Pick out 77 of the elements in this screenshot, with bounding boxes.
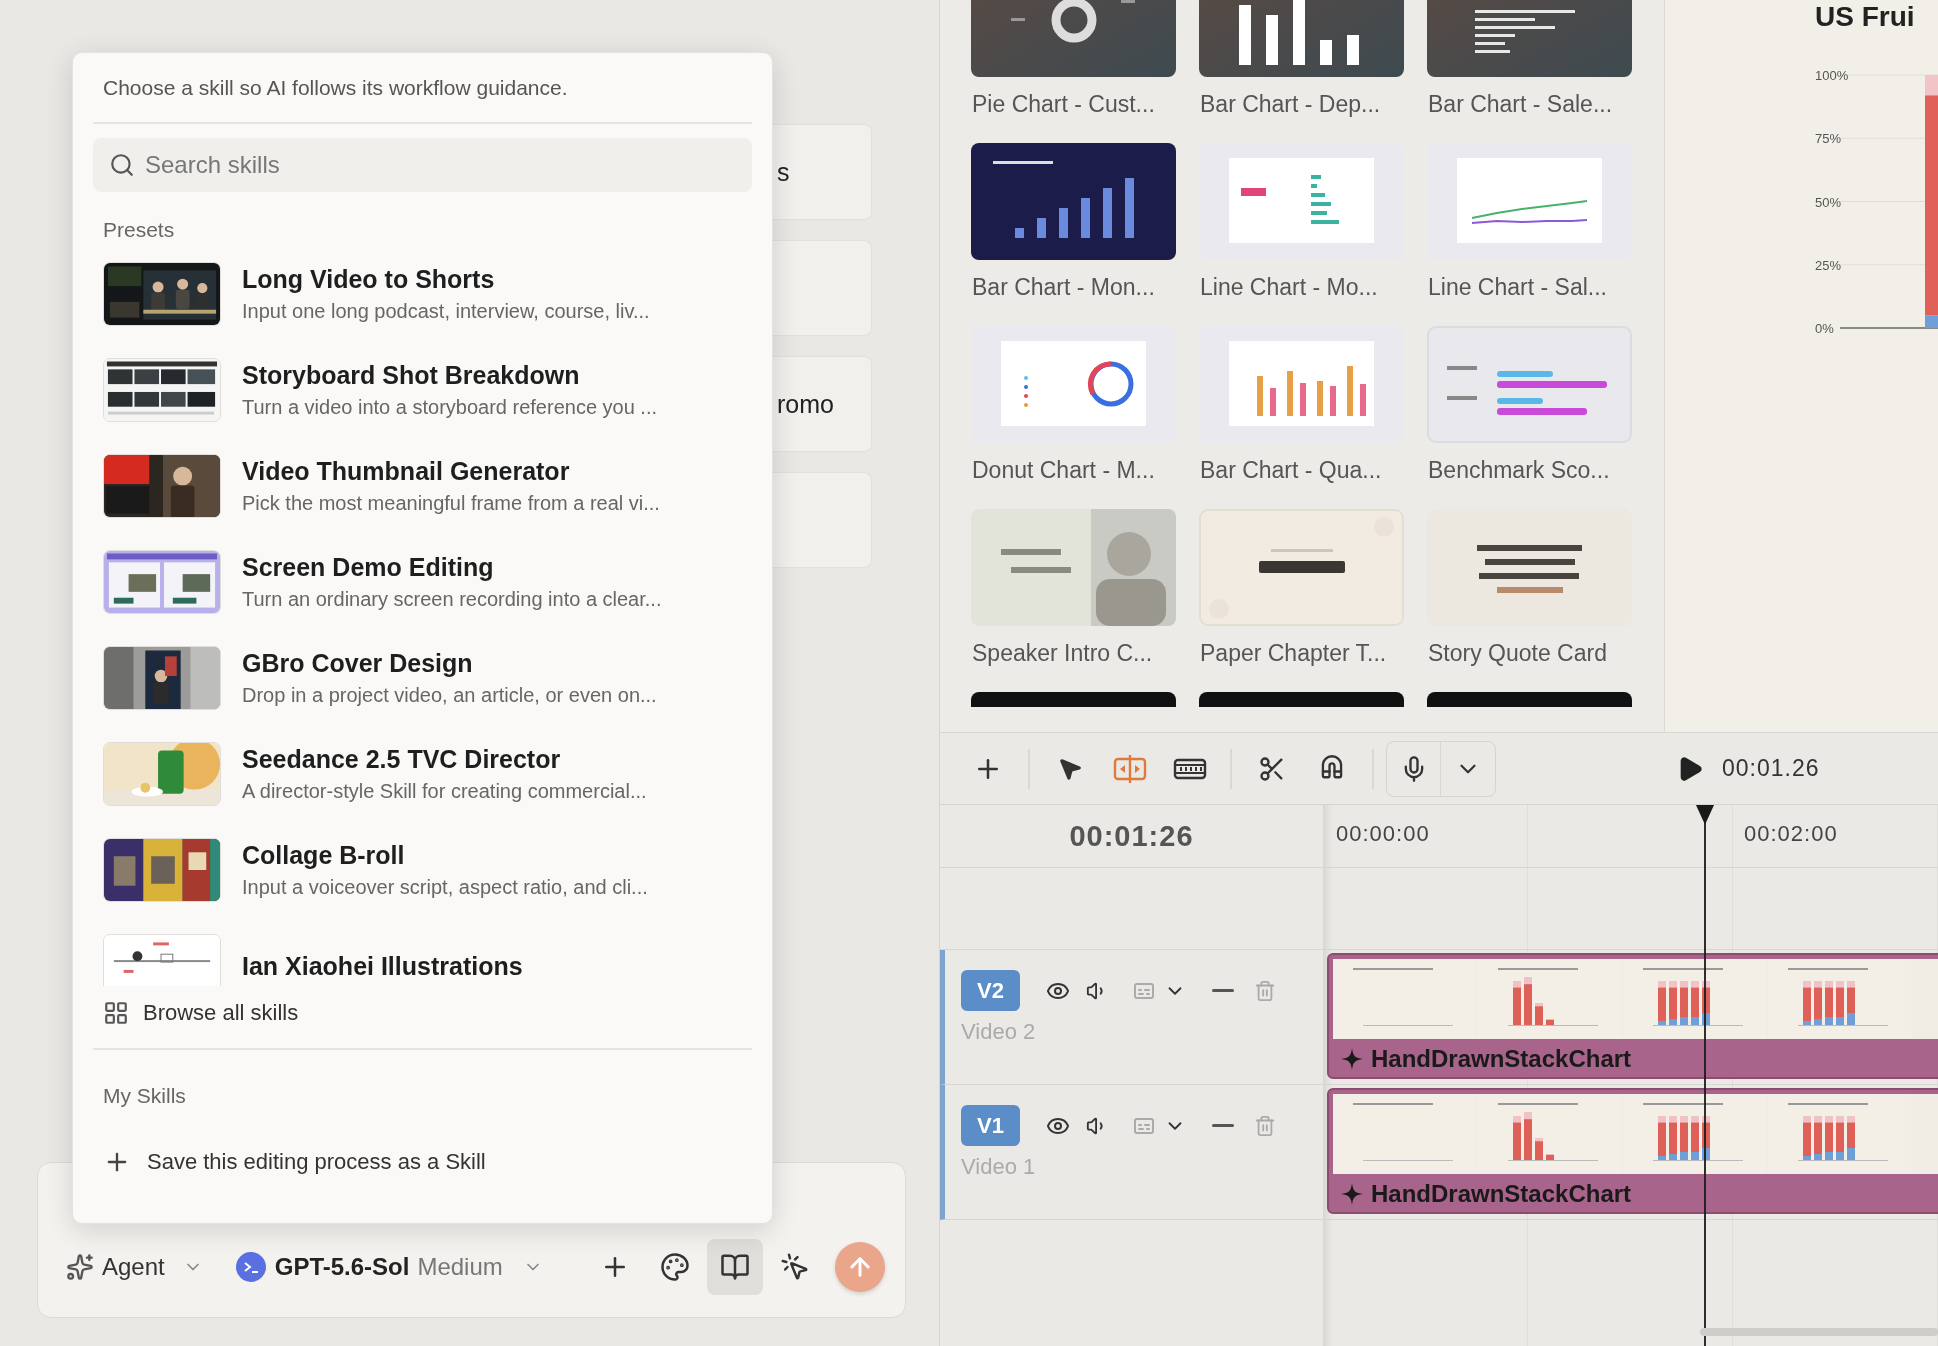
- template-title[interactable]: Bar Chart - Dep...: [1199, 91, 1404, 118]
- book-icon: [720, 1252, 750, 1282]
- template-title[interactable]: Bar Chart - Mon...: [971, 274, 1176, 301]
- clip-title: HandDrawnStackChart: [1371, 1180, 1632, 1208]
- skill-description: Drop in a project video, an article, or even on...: [242, 684, 657, 707]
- track-name: Video 2: [961, 1019, 1037, 1045]
- grid-icon: [103, 1000, 129, 1026]
- template-title[interactable]: Line Chart - Sal...: [1427, 274, 1632, 301]
- model-name: GPT-5.6-Sol: [274, 1253, 410, 1281]
- template-title[interactable]: Pie Chart - Cust...: [971, 91, 1176, 118]
- palette-icon: [660, 1252, 690, 1282]
- model-effort: Medium: [417, 1253, 503, 1281]
- minus-icon: [1212, 988, 1234, 993]
- skill-title[interactable]: Collage B-roll: [242, 841, 648, 870]
- current-time: 00:01:26: [1069, 819, 1194, 853]
- card-title: romo: [777, 389, 834, 419]
- sparkle-icon: [1341, 1183, 1363, 1205]
- section-heading: My Skills: [102, 1084, 187, 1108]
- chart-title: US Frui: [1815, 1, 1915, 32]
- menu-hint: Choose a skill so AI follows its workflow guidance.: [93, 53, 752, 124]
- sparkle-icon: [1341, 1048, 1363, 1070]
- axis-tick-label: 25%: [1815, 257, 1842, 273]
- track-badge: V2: [961, 970, 1020, 1011]
- split-icon: [1113, 753, 1147, 784]
- skill-title[interactable]: GBro Cover Design: [242, 649, 657, 678]
- skill-description: Pick the most meaningful frame from a real vi...: [242, 492, 660, 515]
- collapse-button[interactable]: [1212, 1123, 1234, 1128]
- skill-description: Turn a video into a storyboard reference you ...: [242, 396, 658, 419]
- cursor-click-icon: [780, 1252, 810, 1282]
- skill-title[interactable]: Video Thumbnail Generator: [242, 457, 660, 486]
- template-title[interactable]: Bar Chart - Sale...: [1427, 91, 1632, 118]
- template-title[interactable]: Speaker Intro C...: [971, 640, 1176, 667]
- search-icon: [109, 152, 135, 178]
- ruler-label: 00:02:00: [1744, 821, 1838, 847]
- minus-icon: [1212, 1123, 1234, 1128]
- video-clip[interactable]: HandDrawnStackChart: [1327, 1088, 1938, 1214]
- card-title: s: [777, 157, 790, 187]
- search-field[interactable]: Search skills: [93, 138, 752, 192]
- scissors-icon: [1258, 754, 1286, 783]
- skill-title[interactable]: Ian Xiaohei Illustrations: [242, 951, 523, 981]
- skill-description: Turn an ordinary screen recording into a clear...: [242, 588, 662, 611]
- clip-title: HandDrawnStackChart: [1371, 1045, 1632, 1073]
- template-title[interactable]: Paper Chapter T...: [1199, 640, 1404, 667]
- axis-tick-label: 75%: [1815, 131, 1842, 147]
- template-title[interactable]: Donut Chart - M...: [971, 457, 1176, 484]
- video-clip[interactable]: HandDrawnStackChart: [1327, 953, 1938, 1079]
- track-name: Video 1: [961, 1154, 1037, 1180]
- axis-tick-label: 100%: [1815, 68, 1849, 83]
- save-skill-button[interactable]: Save this editing process as a Skill: [93, 1148, 496, 1176]
- template-title[interactable]: Story Quote Card: [1427, 640, 1632, 667]
- sparkle-icon: [66, 1253, 94, 1281]
- skill-description: A director-style Skill for creating commercial...: [242, 780, 647, 803]
- browse-all-button[interactable]: Browse all skills: [93, 986, 309, 1040]
- axis-tick-label: 0%: [1815, 321, 1834, 336]
- trash-icon: [1254, 1114, 1276, 1137]
- skill-title[interactable]: Storyboard Shot Breakdown: [242, 361, 658, 390]
- skill-title[interactable]: Screen Demo Editing: [242, 553, 662, 582]
- trash-icon: [1254, 979, 1276, 1002]
- skill-description: Input a voiceover script, aspect ratio, and cli...: [242, 876, 648, 899]
- skill-title[interactable]: Seedance 2.5 TVC Director: [242, 745, 647, 774]
- mode-dropdown[interactable]: Agent: [66, 1253, 203, 1281]
- skill-description: Input one long podcast, interview, course, liv...: [242, 300, 650, 323]
- axis-tick-label: 50%: [1815, 194, 1842, 210]
- template-title[interactable]: Bar Chart - Qua...: [1199, 457, 1404, 484]
- ruler-label: 00:00:00: [1336, 821, 1430, 847]
- tool-button[interactable]: [707, 1239, 763, 1295]
- track-badge: V1: [961, 1105, 1020, 1146]
- skill-title[interactable]: Long Video to Shorts: [242, 265, 650, 294]
- scrollbar[interactable]: [1700, 1328, 1938, 1336]
- record-control[interactable]: [1386, 740, 1496, 797]
- section-heading: Presets: [102, 218, 176, 242]
- model-avatar-icon: [234, 1251, 267, 1283]
- template-title[interactable]: Benchmark Sco...: [1427, 457, 1632, 484]
- model-dropdown[interactable]: GPT-5.6-Sol Medium: [234, 1251, 543, 1283]
- template-title[interactable]: Line Chart - Mo...: [1199, 274, 1404, 301]
- collapse-button[interactable]: [1212, 988, 1234, 993]
- playback-time: 00:01.26: [1722, 755, 1821, 782]
